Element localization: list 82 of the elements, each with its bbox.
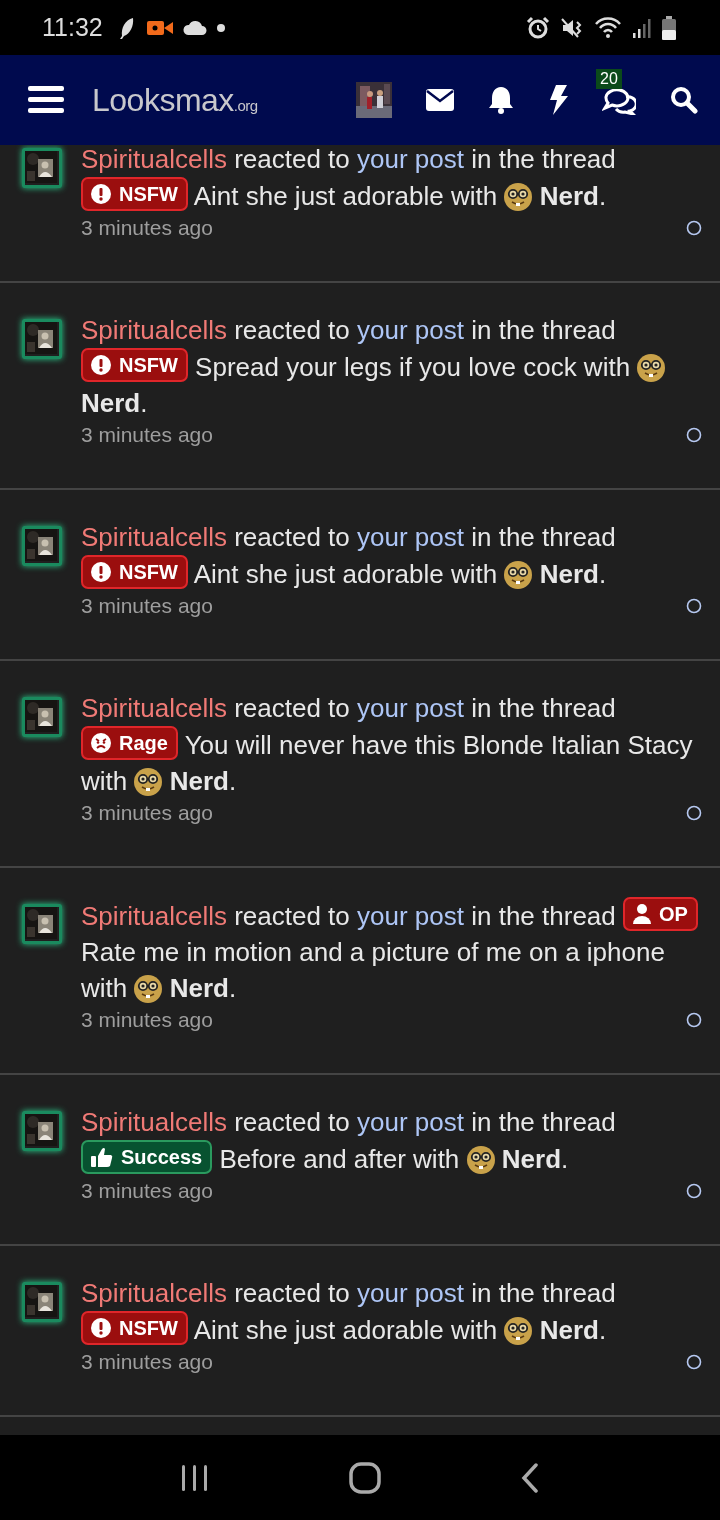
username-link[interactable]: Spiritualcells bbox=[81, 145, 227, 174]
mark-read-button[interactable] bbox=[686, 220, 702, 236]
prefix-label: OP bbox=[623, 897, 698, 931]
dot-icon bbox=[216, 23, 225, 32]
post-link[interactable]: your post bbox=[357, 522, 464, 552]
post-link[interactable]: your post bbox=[357, 315, 464, 345]
prefix-label: NSFW bbox=[81, 1311, 188, 1345]
user-avatar-button[interactable] bbox=[356, 82, 392, 118]
post-link[interactable]: your post bbox=[357, 1107, 464, 1137]
exclamation-icon bbox=[91, 562, 111, 582]
status-time: 11:32 bbox=[42, 13, 103, 42]
video-camera-icon bbox=[146, 18, 173, 37]
user-avatar[interactable] bbox=[22, 904, 62, 944]
nerd-face-icon bbox=[504, 183, 533, 211]
mark-read-button[interactable] bbox=[686, 427, 702, 443]
exclamation-icon bbox=[91, 355, 111, 375]
battery-icon bbox=[662, 15, 676, 40]
mark-read-button[interactable] bbox=[686, 1354, 702, 1370]
lightning-button[interactable] bbox=[548, 85, 568, 115]
notification-text: Spiritualcells reacted to your post in the thread Success Before and after with Nerd. bbox=[81, 1106, 617, 1176]
notification-text: Spiritualcells reacted to your post in the thread Rage You will never have this Blonde Italian Stacy with Nerd. bbox=[81, 692, 694, 798]
notification-text: Spiritualcells reacted to your post in the thread NSFW Aint she just adorable with Nerd. bbox=[81, 1277, 617, 1347]
site-logo[interactable]: Looksmax.org bbox=[92, 81, 258, 119]
post-link[interactable]: your post bbox=[357, 1278, 464, 1308]
mark-read-button[interactable] bbox=[686, 805, 702, 821]
alarm-icon bbox=[526, 15, 550, 40]
prefix-label: NSFW bbox=[81, 555, 188, 589]
nerd-face-icon bbox=[134, 768, 163, 796]
back-button[interactable] bbox=[520, 1462, 541, 1493]
timestamp: 3 minutes ago bbox=[81, 1350, 213, 1374]
post-link[interactable]: your post bbox=[357, 693, 464, 723]
user-avatar[interactable] bbox=[22, 1111, 62, 1151]
timestamp: 3 minutes ago bbox=[81, 801, 213, 825]
timestamp: 3 minutes ago bbox=[81, 216, 213, 240]
timestamp: 3 minutes ago bbox=[81, 1179, 213, 1203]
menu-button[interactable] bbox=[28, 85, 64, 115]
username-link[interactable]: Spiritualcells bbox=[81, 1107, 227, 1137]
user-avatar[interactable] bbox=[22, 148, 62, 188]
timestamp: 3 minutes ago bbox=[81, 1008, 213, 1032]
notification-text: Spiritualcells reacted to your post in the thread NSFW Aint she just adorable with Nerd. bbox=[81, 521, 617, 591]
nerd-face-icon bbox=[134, 975, 163, 1003]
notification-text: Spiritualcells reacted to your post in the thread NSFW Aint she just adorable with Nerd. bbox=[81, 145, 617, 213]
post-link[interactable]: your post bbox=[357, 145, 464, 174]
mark-read-button[interactable] bbox=[686, 1183, 702, 1199]
timestamp: 3 minutes ago bbox=[81, 594, 213, 618]
thumbs-up-icon bbox=[91, 1147, 113, 1167]
count-badge: 20 bbox=[596, 69, 622, 89]
notification-text: Spiritualcells reacted to your post in the thread OP Rate me in motion and a picture of me on a iphone with Nerd. bbox=[81, 897, 706, 1006]
timestamp: 3 minutes ago bbox=[81, 423, 213, 447]
wifi-icon bbox=[594, 15, 622, 40]
prefix-label: Rage bbox=[81, 726, 178, 760]
mark-read-button[interactable] bbox=[686, 598, 702, 614]
username-link[interactable]: Spiritualcells bbox=[81, 315, 227, 345]
post-link[interactable]: your post bbox=[357, 901, 464, 931]
mark-read-button[interactable] bbox=[686, 1012, 702, 1028]
angry-face-icon bbox=[91, 733, 111, 753]
exclamation-icon bbox=[91, 1318, 111, 1338]
prefix-label: NSFW bbox=[81, 348, 188, 382]
user-avatar[interactable] bbox=[22, 526, 62, 566]
user-avatar[interactable] bbox=[22, 1282, 62, 1322]
user-avatar[interactable] bbox=[22, 319, 62, 359]
user-avatar[interactable] bbox=[22, 697, 62, 737]
exclamation-icon bbox=[91, 184, 111, 204]
nerd-face-icon bbox=[504, 1317, 533, 1345]
username-link[interactable]: Spiritualcells bbox=[81, 901, 227, 931]
person-icon bbox=[633, 904, 651, 924]
nerd-face-icon bbox=[466, 1146, 495, 1174]
notifications-button[interactable] bbox=[488, 86, 514, 114]
prefix-label: NSFW bbox=[81, 177, 188, 211]
nerd-face-icon bbox=[637, 354, 666, 382]
notification-text: Spiritualcells reacted to your post in the thread NSFW Spread your legs if you love cock with Nerd. bbox=[81, 312, 706, 421]
search-button[interactable] bbox=[670, 86, 698, 114]
nerd-face-icon bbox=[504, 561, 533, 589]
cloud-icon bbox=[182, 19, 207, 36]
prefix-label: Success bbox=[81, 1140, 213, 1174]
username-link[interactable]: Spiritualcells bbox=[81, 693, 227, 723]
home-button[interactable] bbox=[349, 1461, 381, 1494]
signal-icon bbox=[632, 16, 652, 39]
username-link[interactable]: Spiritualcells bbox=[81, 1278, 227, 1308]
username-link[interactable]: Spiritualcells bbox=[81, 522, 227, 552]
recent-apps-button[interactable] bbox=[179, 1462, 210, 1493]
mail-button[interactable] bbox=[426, 89, 454, 111]
